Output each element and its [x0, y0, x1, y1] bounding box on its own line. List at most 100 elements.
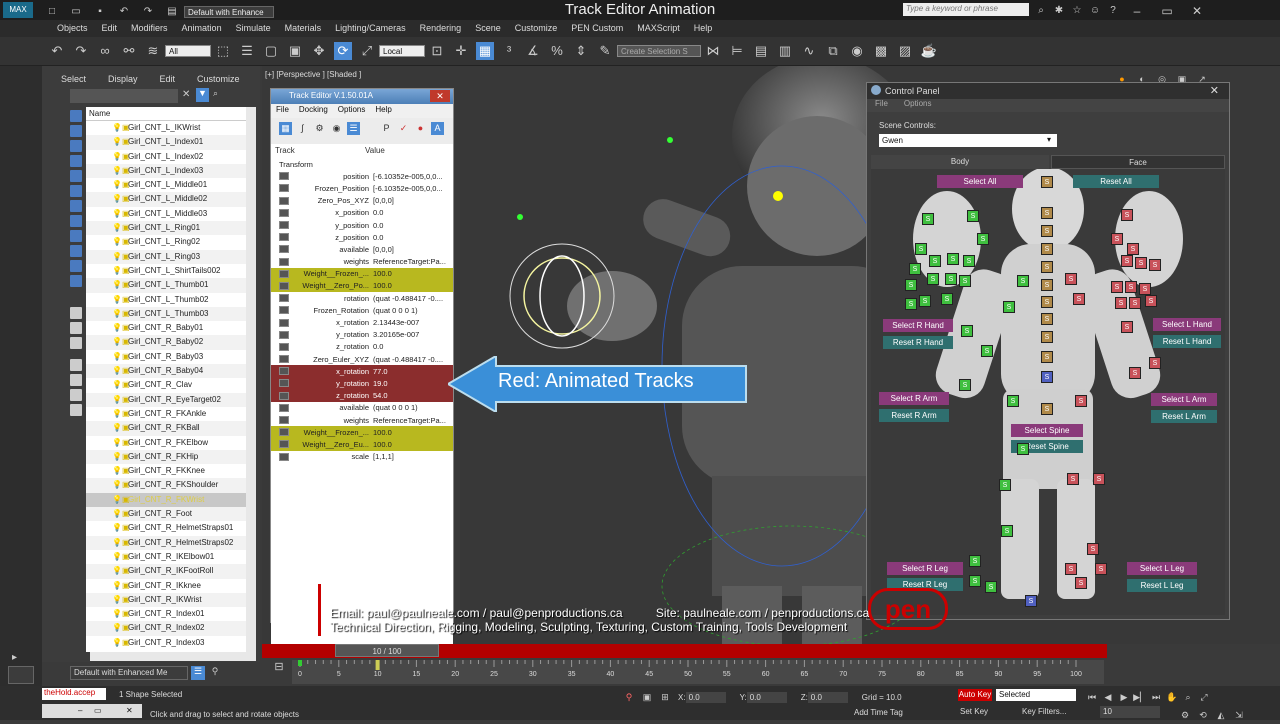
list-item[interactable]: 💡▣ Girl_CNT_R_HelmetStraps02	[86, 535, 256, 550]
control-selector[interactable]: S	[1041, 225, 1053, 237]
track-toggle-icon[interactable]	[279, 452, 289, 461]
track-editor-title[interactable]: Track Editor V.1.50.01A	[271, 89, 453, 104]
y-coord-field[interactable]: 0.0	[746, 691, 787, 703]
visibility-icon[interactable]: 💡▣	[112, 607, 130, 621]
scene-menu-select[interactable]: Select	[50, 74, 97, 84]
material-editor-icon[interactable]: ◉	[848, 42, 866, 60]
list-item[interactable]: 💡▣ Girl_CNT_R_FKBall	[86, 421, 256, 436]
visibility-icon[interactable]: 💡▣	[112, 393, 130, 407]
visibility-icon[interactable]: 💡▣	[112, 293, 130, 307]
menu-item-help[interactable]: Help	[687, 20, 720, 37]
next-frame-icon[interactable]: ▶▏	[1133, 688, 1147, 706]
track-toggle-icon[interactable]	[279, 330, 289, 339]
control-selector[interactable]: S	[1121, 321, 1133, 333]
track-row[interactable]: Weight__Zero_Po... 100.0	[271, 279, 453, 293]
layer-manager-icon[interactable]: ▤	[752, 42, 770, 60]
time-slider[interactable]: 10 / 100	[335, 644, 439, 657]
display-groups-icon[interactable]	[70, 215, 82, 227]
list-item[interactable]: 💡▣ Girl_CNT_R_Clav	[86, 378, 256, 392]
control-selector[interactable]: S	[941, 293, 953, 305]
scene-select[interactable]: Gwen	[879, 134, 1057, 147]
close-icon[interactable]: ✕	[430, 90, 450, 102]
visibility-icon[interactable]: 💡▣	[112, 579, 130, 593]
list-item[interactable]: 💡▣ Girl_CNT_L_Thumb02	[86, 293, 256, 307]
track-row[interactable]: Weight__Frozen_... 100.0	[271, 267, 453, 280]
pan-icon[interactable]: ✋	[1165, 688, 1179, 706]
zoom-icon[interactable]: ⌕	[1181, 688, 1195, 706]
visibility-icon[interactable]: 💡▣	[112, 364, 130, 378]
visibility-icon[interactable]: 💡▣	[112, 478, 130, 492]
track-row[interactable]: y_rotation 19.0	[271, 377, 453, 390]
list-item[interactable]: 💡▣ Girl_CNT_R_FKShoulder	[86, 478, 256, 493]
visibility-icon[interactable]: 💡▣	[112, 464, 130, 478]
control-selector[interactable]: S	[1067, 473, 1079, 485]
track-toggle-icon[interactable]	[279, 245, 289, 254]
window-min-icon[interactable]: –	[78, 704, 82, 718]
control-selector[interactable]: S	[1041, 296, 1053, 308]
move-icon[interactable]: ✥	[310, 42, 328, 60]
control-selector[interactable]: S	[1041, 243, 1053, 255]
list-item[interactable]: 💡▣ Girl_CNT_L_IKWrist	[86, 121, 256, 135]
track-row[interactable]: y_rotation 3.20165e-007	[271, 329, 453, 341]
control-selector[interactable]: S	[1121, 255, 1133, 267]
track-toggle-icon[interactable]	[279, 233, 289, 242]
track-toggle-icon[interactable]	[279, 208, 289, 217]
column-header-name[interactable]: Name	[86, 107, 256, 121]
set-key-button[interactable]: Set Key	[960, 707, 988, 716]
visibility-icon[interactable]: 💡▣	[112, 450, 130, 464]
display-spacewarps-icon[interactable]	[70, 200, 82, 212]
tab-face[interactable]: Face	[1051, 155, 1225, 169]
viewport-label[interactable]: [+] [Perspective ] [Shaded ]	[265, 70, 361, 79]
track-toggle-icon[interactable]	[279, 391, 289, 400]
control-selector[interactable]: S	[1025, 595, 1037, 607]
scene-menu-display[interactable]: Display	[97, 74, 149, 84]
control-selector[interactable]: S	[1135, 257, 1147, 269]
control-selector[interactable]: S	[1041, 207, 1053, 219]
close-icon[interactable]: ✕	[1210, 84, 1219, 97]
control-selector[interactable]: S	[1041, 176, 1053, 188]
auto-icon[interactable]: A	[431, 121, 444, 135]
user-icon[interactable]: ☺	[1089, 2, 1101, 20]
control-selector[interactable]: S	[1093, 473, 1105, 485]
track-toggle-icon[interactable]	[279, 367, 289, 376]
select-l-leg-button[interactable]: Select L Leg	[1127, 562, 1197, 575]
scene-menu-edit[interactable]: Edit	[149, 74, 187, 84]
list-item[interactable]: 💡▣ Girl_CNT_R_FKHip	[86, 449, 256, 465]
scale-icon[interactable]: ⤢	[358, 42, 376, 60]
list-item[interactable]: 💡▣ Girl_CNT_R_Index03	[86, 636, 256, 650]
reset-l-arm-button[interactable]: Reset L Arm	[1151, 410, 1217, 423]
key-mode-select[interactable]: Selected	[996, 689, 1076, 701]
maxscript-listener[interactable]: theHold.accep	[42, 688, 106, 700]
track-toggle-icon[interactable]	[279, 196, 289, 205]
value-column-header[interactable]: Value	[361, 144, 453, 158]
visibility-icon[interactable]: 💡▣	[112, 264, 130, 278]
window-crossing-icon[interactable]: ▣	[286, 42, 304, 60]
selection-filter-select[interactable]: All	[165, 45, 211, 57]
curve-editor-toggle-icon[interactable]: ⊟	[268, 660, 290, 682]
visibility-icon[interactable]: 💡▣	[112, 121, 130, 135]
angle-snap-icon[interactable]: ∡	[524, 42, 542, 60]
hierarchy-explorer-icon[interactable]: ⚲	[208, 666, 222, 680]
list-item[interactable]: 💡▣ Girl_CNT_L_Index03	[86, 163, 256, 179]
track-list[interactable]: Transform position [-6.10352e-005,0,0... F…	[271, 158, 453, 461]
select-l-hand-button[interactable]: Select L Hand	[1153, 318, 1221, 331]
orbit-icon[interactable]: ⟲	[1196, 706, 1210, 724]
menu-item-lighting-cameras[interactable]: Lighting/Cameras	[328, 20, 413, 37]
visibility-icon[interactable]: 💡▣	[112, 178, 130, 192]
filter-icon[interactable]: ▼	[196, 88, 209, 102]
te-menu-options[interactable]: Options	[333, 104, 371, 118]
visibility-icon[interactable]: 💡▣	[112, 235, 130, 249]
track-bar[interactable]: 0 5 10 15 20 25 30 35 40 45 50 55 60 65 70 75 80 85 90 95 10…	[292, 660, 1104, 684]
expand-icon[interactable]: ▸	[12, 652, 24, 664]
menu-item-rendering[interactable]: Rendering	[413, 20, 469, 37]
select-invert-icon[interactable]	[70, 337, 82, 349]
undo-icon[interactable]: ↶	[48, 42, 66, 60]
record-icon[interactable]: ●	[414, 122, 427, 135]
tab-body[interactable]: Body	[871, 155, 1049, 169]
display-geometry-icon[interactable]	[70, 125, 82, 137]
isolate-icon[interactable]: ▣	[641, 688, 653, 706]
list-item[interactable]: 💡▣ Girl_CNT_L_Ring02	[86, 235, 256, 249]
reset-l-hand-button[interactable]: Reset L Hand	[1153, 335, 1221, 348]
track-toggle-icon[interactable]	[279, 342, 289, 351]
workspace-selector[interactable]: Default with Enhanced Me	[70, 666, 188, 680]
